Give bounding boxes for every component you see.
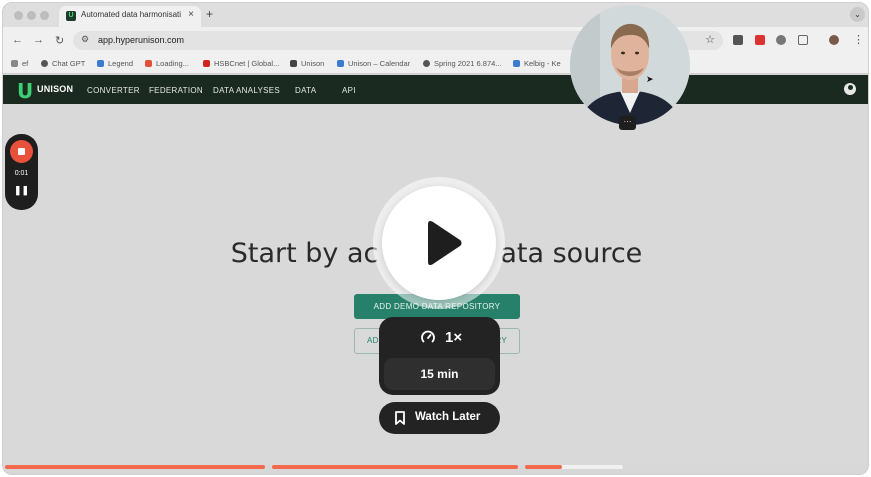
bookmark-icon bbox=[395, 411, 405, 425]
bookmark-item[interactable]: HSBCnet | Global... bbox=[203, 59, 279, 68]
webcam-options-button[interactable]: ··· bbox=[619, 116, 636, 130]
headline-left: Start by ac bbox=[230, 238, 379, 269]
video-duration: 15 min bbox=[384, 358, 495, 390]
headline-right: ata source bbox=[500, 238, 643, 269]
mouse-cursor-icon: ➤ bbox=[646, 74, 654, 84]
bookmark-icon bbox=[97, 60, 104, 67]
app-navbar: U UNISON CONVERTER FEDERATION DATA ANALY… bbox=[3, 75, 868, 104]
profile-avatar[interactable] bbox=[829, 35, 839, 45]
nav-data[interactable]: DATA bbox=[295, 86, 316, 95]
back-arrow-icon[interactable]: ← bbox=[12, 34, 23, 46]
chatgpt-icon bbox=[41, 60, 48, 67]
unison-favicon-icon: U bbox=[66, 11, 76, 21]
bookmark-icon bbox=[11, 60, 18, 67]
play-button[interactable] bbox=[382, 186, 496, 300]
bookmark-item[interactable]: Legend bbox=[97, 59, 133, 68]
logo-text[interactable]: UNISON bbox=[37, 84, 73, 94]
presenter-video bbox=[570, 5, 690, 125]
bookmark-star-icon[interactable]: ☆ bbox=[705, 33, 715, 46]
account-icon[interactable] bbox=[844, 83, 856, 95]
bookmark-icon bbox=[513, 60, 520, 67]
playback-speed: 1× bbox=[445, 329, 463, 346]
bookmarks-bar: ef Chat GPT Legend Loading... HSBCnet | … bbox=[3, 54, 868, 74]
new-tab-button[interactable]: + bbox=[206, 7, 213, 21]
window-close-dot[interactable] bbox=[14, 11, 23, 20]
url-text: app.hyperunison.com bbox=[98, 35, 185, 45]
site-info-icon[interactable]: ⚙ bbox=[81, 34, 89, 45]
bookmark-item[interactable]: Unison – Calendar bbox=[337, 59, 410, 68]
webcam-bubble[interactable] bbox=[570, 5, 690, 125]
tab-search-chevron-icon[interactable]: ⌄ bbox=[850, 7, 865, 22]
bookmark-icon bbox=[145, 60, 152, 67]
extension-icon[interactable] bbox=[776, 35, 786, 45]
window-maximize-dot[interactable] bbox=[40, 11, 49, 20]
progress-segment[interactable] bbox=[272, 465, 518, 469]
bookmark-icon bbox=[290, 60, 297, 67]
playback-speed-button[interactable]: 1× bbox=[379, 317, 500, 357]
bookmark-item[interactable]: Loading... bbox=[145, 59, 189, 68]
bookmark-item[interactable]: Spring 2021 6.874... bbox=[423, 59, 502, 68]
watch-later-button[interactable]: Watch Later bbox=[379, 402, 500, 434]
browser-menu-icon[interactable]: ⋮ bbox=[853, 33, 864, 46]
speedometer-icon bbox=[421, 330, 435, 343]
extension-icon[interactable] bbox=[733, 35, 743, 45]
reload-icon[interactable]: ↻ bbox=[55, 34, 64, 47]
window-minimize-dot[interactable] bbox=[27, 11, 36, 20]
watch-later-label: Watch Later bbox=[415, 411, 481, 423]
nav-api[interactable]: API bbox=[342, 86, 356, 95]
recording-controls: 0:01 ❚❚ bbox=[5, 134, 38, 210]
browser-tab[interactable]: U Automated data harmonisatio × bbox=[59, 6, 201, 27]
bookmark-item[interactable]: Unison bbox=[290, 59, 324, 68]
browser-window: U Automated data harmonisatio × + ⌄ ← → … bbox=[2, 2, 869, 475]
bookmark-item[interactable]: ef bbox=[11, 59, 28, 68]
tab-bar: U Automated data harmonisatio × + ⌄ bbox=[3, 3, 868, 27]
pause-recording-button[interactable]: ❚❚ bbox=[5, 185, 38, 196]
nav-data-analyses[interactable]: DATA ANALYSES bbox=[213, 86, 280, 95]
nav-federation[interactable]: FEDERATION bbox=[149, 86, 203, 95]
extension-icon[interactable] bbox=[755, 35, 765, 45]
forward-arrow-icon[interactable]: → bbox=[33, 34, 44, 46]
bookmark-item[interactable]: Chat GPT bbox=[41, 59, 85, 68]
playback-info-card: 1× 15 min bbox=[379, 317, 500, 395]
tab-title: Automated data harmonisatio bbox=[81, 10, 181, 19]
button-label-left: AD bbox=[367, 336, 379, 345]
stop-recording-button[interactable] bbox=[10, 140, 33, 163]
recording-time: 0:01 bbox=[14, 170, 29, 177]
unison-logo-icon[interactable]: U bbox=[17, 79, 33, 103]
tab-close-icon[interactable]: × bbox=[188, 9, 194, 20]
browser-toolbar: ← → ↻ ⚙ app.hyperunison.com ☆ ⋮ bbox=[3, 27, 868, 54]
progress-fill bbox=[525, 465, 562, 469]
globe-icon bbox=[423, 60, 430, 67]
progress-segment[interactable] bbox=[5, 465, 265, 469]
progress-segment[interactable] bbox=[525, 465, 623, 469]
duration-text: 15 min bbox=[420, 367, 459, 381]
calendar-icon bbox=[337, 60, 344, 67]
extensions-puzzle-icon[interactable] bbox=[798, 35, 808, 45]
play-icon bbox=[428, 220, 462, 266]
hsbc-icon bbox=[203, 60, 210, 67]
nav-converter[interactable]: CONVERTER bbox=[87, 86, 140, 95]
bookmark-item[interactable]: Kelbig - Ke bbox=[513, 59, 561, 68]
